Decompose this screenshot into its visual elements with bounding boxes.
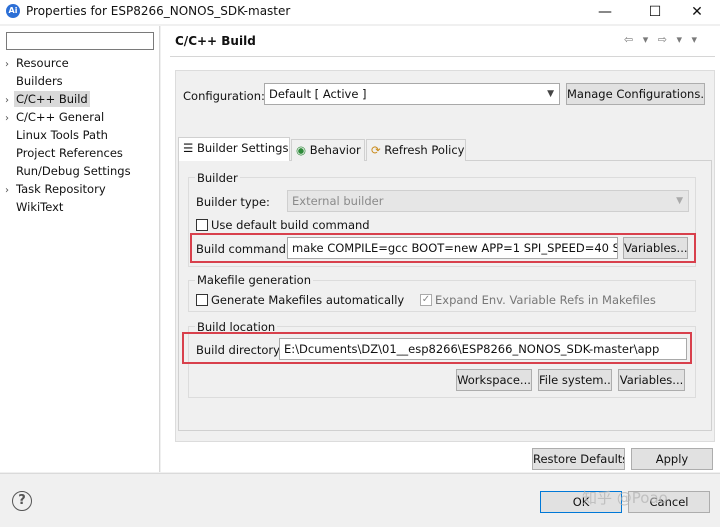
build-directory-label: Build directory: — [196, 343, 284, 357]
sidebar-item-cpp-build[interactable]: › C/C++ Build — [0, 90, 90, 108]
manage-configurations-button[interactable]: Manage Configurations... — [566, 83, 705, 105]
minimize-button[interactable]: — — [582, 0, 628, 24]
close-button[interactable]: ✕ — [674, 0, 720, 24]
maximize-button[interactable]: ☐ — [632, 0, 678, 24]
title-bar: Ai Properties for ESP8266_NONOS_SDK-mast… — [0, 0, 720, 24]
builder-type-label: Builder type: — [196, 195, 270, 209]
build-command-input[interactable]: make COMPILE=gcc BOOT=new APP=1 SPI_SPEE… — [287, 237, 618, 259]
window-title: Properties for ESP8266_NONOS_SDK-master — [26, 4, 291, 18]
sidebar-item-linux-tools-path[interactable]: Linux Tools Path — [0, 126, 110, 144]
configuration-select[interactable]: Default [ Active ] ▼ — [264, 83, 560, 105]
use-default-build-command-checkbox[interactable] — [196, 219, 208, 231]
chevron-down-icon: ▼ — [547, 89, 554, 99]
restore-defaults-button[interactable]: Restore Defaults — [532, 448, 625, 470]
apply-button[interactable]: Apply — [631, 448, 713, 470]
watermark: 知乎 @Poao — [582, 489, 668, 507]
sidebar-item-builders[interactable]: Builders — [0, 72, 65, 90]
list-icon: ☰ — [183, 141, 194, 155]
tab-builder-settings[interactable]: ☰ Builder Settings — [178, 137, 290, 161]
builder-variables-button[interactable]: Variables... — [623, 237, 688, 259]
sidebar-item-wikitext[interactable]: WikiText — [0, 198, 65, 216]
filter-input[interactable] — [6, 32, 154, 50]
build-command-label: Build command: — [196, 242, 290, 256]
builder-type-select: External builder ▼ — [287, 190, 689, 212]
refresh-icon: ⟳ — [371, 143, 381, 157]
tab-behavior[interactable]: ◉ Behavior — [291, 139, 365, 161]
expand-env-refs-checkbox: ✓ — [420, 294, 432, 306]
sidebar-item-cpp-general[interactable]: › C/C++ General — [0, 108, 106, 126]
use-default-build-command-label: Use default build command — [211, 218, 370, 232]
file-system-button[interactable]: File system... — [538, 369, 612, 391]
radio-icon: ◉ — [296, 143, 307, 157]
history-nav-icons[interactable]: ⇦ ▾ ⇨ ▾ ▾ — [624, 33, 700, 46]
builder-group-title: Builder — [195, 171, 240, 185]
generate-makefiles-label: Generate Makefiles automatically — [211, 293, 405, 307]
page-title: C/C++ Build — [175, 34, 256, 48]
sidebar: › Resource Builders › C/C++ Build › C/C++ G… — [0, 26, 160, 472]
configuration-label: Configuration: — [183, 89, 265, 103]
sidebar-item-task-repository[interactable]: › Task Repository — [0, 180, 108, 198]
expand-env-refs-label: Expand Env. Variable Refs in Makefiles — [435, 293, 656, 307]
chevron-down-icon: ▼ — [676, 196, 683, 206]
build-directory-input[interactable]: E:\Dcuments\DZ\01__esp8266\ESP8266_NONOS… — [279, 338, 687, 360]
generate-makefiles-checkbox[interactable] — [196, 294, 208, 306]
makefile-generation-title: Makefile generation — [195, 273, 314, 287]
divider — [170, 56, 715, 57]
footer-divider — [0, 473, 720, 474]
eclipse-app-icon: Ai — [6, 4, 20, 18]
sidebar-item-resource[interactable]: › Resource — [0, 54, 71, 72]
sidebar-item-run-debug-settings[interactable]: Run/Debug Settings — [0, 162, 133, 180]
workspace-button[interactable]: Workspace... — [456, 369, 532, 391]
help-icon[interactable]: ? — [12, 491, 32, 511]
sidebar-item-project-references[interactable]: Project References — [0, 144, 125, 162]
location-variables-button[interactable]: Variables... — [618, 369, 685, 391]
tab-refresh-policy[interactable]: ⟳ Refresh Policy — [366, 139, 466, 161]
